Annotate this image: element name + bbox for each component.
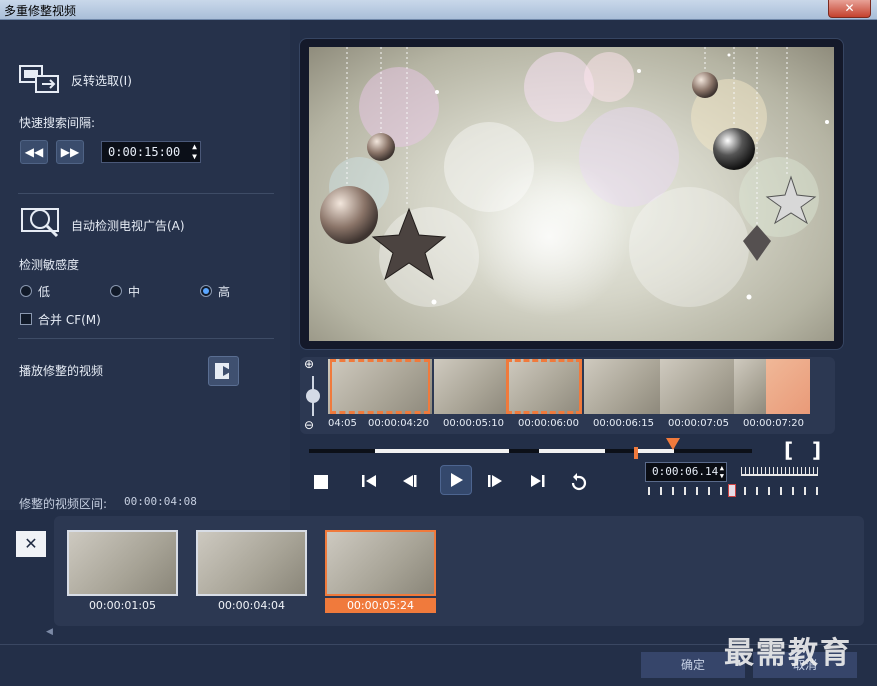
filmstrip-thumb[interactable] <box>734 359 766 414</box>
play-trimmed-button[interactable] <box>208 356 239 386</box>
clip-thumbnail[interactable] <box>196 530 307 596</box>
previous-frame-button[interactable] <box>399 470 421 496</box>
timeline-tick: 00:00:07:05 <box>668 418 730 429</box>
spin-arrows-icon[interactable]: ▲ ▼ <box>192 142 197 162</box>
current-time-input[interactable]: 0:00:06.14 ▲ ▼ <box>645 462 727 482</box>
next-frame-icon <box>488 475 502 487</box>
invert-selection-label[interactable]: 反转选取(I) <box>71 72 132 89</box>
clip-time: 00:00:04:04 <box>217 599 286 612</box>
clip-thumbnail-selected[interactable] <box>325 530 436 596</box>
filmstrip-thumb[interactable] <box>584 359 660 414</box>
timeline-tick: 00:00:06:15 <box>593 418 655 429</box>
mark-out-button[interactable]: ] <box>812 438 821 462</box>
repeat-button[interactable] <box>568 470 590 496</box>
mark-in-handle[interactable] <box>634 447 638 459</box>
sensitivity-medium-label: 中 <box>128 285 141 299</box>
clip-thumbnail[interactable] <box>67 530 178 596</box>
zoom-slider-handle[interactable] <box>306 389 320 403</box>
search-interval-value: 0:00:15:00 <box>108 145 181 159</box>
timeline-tick: 00:00:07:20 <box>743 418 805 429</box>
current-time-value: 0:00:06.14 <box>652 465 719 478</box>
timeline-tick: 00:00:06:00 <box>518 418 580 429</box>
zoom-in-icon[interactable]: ⊕ <box>304 357 320 373</box>
trimmed-segment-marker <box>330 359 430 414</box>
fast-search-label: 快速搜索间隔: <box>19 116 96 130</box>
filmstrip-thumb[interactable] <box>434 359 506 414</box>
sensitivity-low-radio[interactable] <box>20 285 32 297</box>
clip-time: 00:00:01:05 <box>88 599 157 612</box>
play-trimmed-label: 播放修整的视频 <box>19 364 104 378</box>
timeline-tick: 04:05 <box>328 418 357 429</box>
invert-selection-icon[interactable] <box>18 64 64 96</box>
jog-wheel[interactable] <box>741 467 818 476</box>
video-preview[interactable] <box>309 47 834 341</box>
preview-image <box>320 47 829 317</box>
scrub-segment <box>539 449 605 453</box>
repeat-icon <box>571 473 587 491</box>
sensitivity-label: 检测敏感度 <box>19 258 80 272</box>
sensitivity-high-label: 高 <box>218 285 231 299</box>
sensitivity-low-label: 低 <box>38 285 51 299</box>
title-bar <box>0 0 877 20</box>
mark-in-button[interactable]: [ <box>784 438 793 462</box>
clip-time-selected: 00:00:05:24 <box>325 598 436 613</box>
search-interval-input[interactable]: 0:00:15:00 ▲ ▼ <box>101 141 201 163</box>
filmstrip-thumb[interactable] <box>660 359 734 414</box>
timeline-tick: 00:00:05:10 <box>443 418 505 429</box>
scrub-segment <box>375 449 509 453</box>
divider <box>18 193 274 194</box>
delete-clip-button[interactable]: ✕ <box>16 531 46 557</box>
playhead-handle[interactable] <box>666 438 680 450</box>
timeline-tick: 00:00:04:20 <box>368 418 430 429</box>
play-button[interactable] <box>440 465 472 495</box>
go-to-start-icon <box>362 475 376 487</box>
next-frame-button[interactable] <box>484 470 506 496</box>
rewind-button[interactable]: ◀◀ <box>20 140 48 164</box>
spin-arrows-icon[interactable]: ▲ ▼ <box>720 464 724 480</box>
previous-frame-icon <box>403 475 417 487</box>
merge-cf-checkbox[interactable] <box>20 313 32 325</box>
window-title: 多重修整视频 <box>4 4 77 18</box>
stop-button[interactable] <box>314 475 328 489</box>
zoom-out-icon[interactable]: ⊖ <box>304 418 320 434</box>
trimmed-segment-marker <box>506 359 582 414</box>
trimmed-interval-label: 修整的视频区间: <box>19 497 108 511</box>
trimmed-interval-value: 00:00:04:08 <box>124 495 197 508</box>
sensitivity-high-radio[interactable] <box>200 285 212 297</box>
sensitivity-medium-radio[interactable] <box>110 285 122 297</box>
merge-cf-label: 合并 CF(M) <box>38 313 101 327</box>
detect-ad-icon[interactable] <box>20 205 64 239</box>
filmstrip-thumb-highlight[interactable] <box>766 359 810 414</box>
play-trimmed-icon <box>215 363 232 379</box>
divider <box>18 338 274 339</box>
go-to-end-button[interactable] <box>527 470 549 496</box>
close-button[interactable]: ✕ <box>828 0 871 18</box>
go-to-end-icon <box>531 475 545 487</box>
watermark: 最需教育 <box>724 636 852 671</box>
detect-ad-label[interactable]: 自动检测电视广告(A) <box>71 217 185 234</box>
shuttle-handle[interactable] <box>728 484 736 497</box>
scroll-left-icon[interactable]: ◀ <box>46 627 53 637</box>
go-to-start-button[interactable] <box>358 470 380 496</box>
fast-forward-button[interactable]: ▶▶ <box>56 140 84 164</box>
play-icon <box>451 473 463 487</box>
